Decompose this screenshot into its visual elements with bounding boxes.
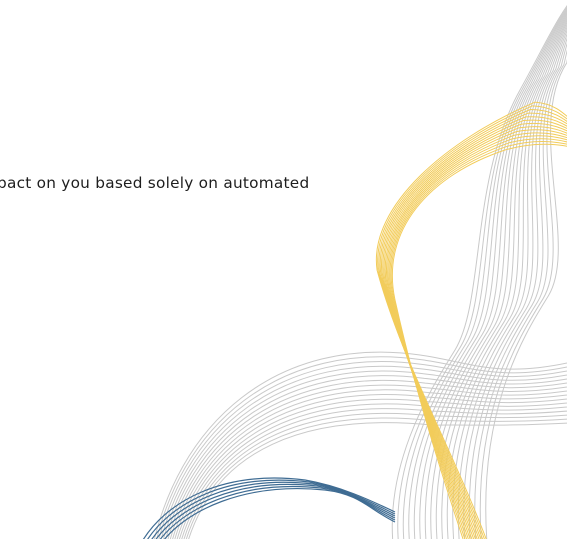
gold-wave-line (382, 119, 567, 539)
gold-wave-line (384, 126, 567, 539)
grey-wave-line (391, 5, 567, 539)
grey-wave-lines (153, 5, 567, 539)
gold-wave-line (379, 112, 567, 539)
grey-wave-line (185, 417, 567, 539)
grey-wave-line (446, 23, 567, 539)
blue-wave-line (143, 477, 396, 539)
grey-wave-line (430, 17, 567, 539)
grey-wave-line (441, 21, 567, 539)
grey-wave-line (424, 15, 567, 539)
grey-wave-line (153, 351, 567, 539)
grey-wave-line (156, 356, 567, 539)
grey-wave-line (468, 37, 567, 539)
grey-wave-line (408, 9, 567, 539)
grey-wave-line (485, 58, 567, 539)
grey-wave-line (158, 361, 567, 539)
grey-wave-line (474, 42, 567, 539)
grey-wave-line (402, 8, 567, 539)
grey-wave-line (457, 29, 567, 539)
grey-wave-line (397, 6, 567, 539)
grey-wave-line (452, 26, 567, 539)
grey-wave-line (167, 379, 567, 539)
gold-wave-lines (375, 101, 567, 539)
grey-wave-line (181, 408, 567, 539)
grey-wave-line (183, 412, 567, 539)
document-page: pact on you based solely on automated (0, 0, 567, 539)
gold-wave-line (390, 141, 567, 539)
decorative-wave-lines (143, 5, 567, 539)
grey-wave-line (435, 19, 567, 539)
gold-wave-line (389, 138, 567, 539)
grey-wave-line (479, 48, 567, 539)
gold-wave-line (386, 129, 567, 539)
grey-wave-line (176, 398, 567, 539)
blue-wave-line (164, 488, 396, 539)
grey-wave-line (179, 403, 567, 539)
gold-wave-line (380, 116, 567, 539)
blue-wave-line (151, 481, 396, 539)
grey-wave-line (172, 389, 567, 539)
blue-wave-line (147, 479, 396, 539)
grey-wave-line (174, 394, 567, 539)
body-text-line: pact on you based solely on automated (0, 174, 310, 192)
gold-wave-line (388, 135, 567, 539)
grey-wave-line (163, 370, 567, 539)
blue-wave-line (155, 483, 396, 539)
blue-wave-lines (143, 477, 396, 539)
grey-wave-line (169, 384, 567, 539)
gold-wave-line (383, 122, 567, 539)
gold-wave-line (378, 109, 567, 539)
grey-wave-line (160, 365, 567, 539)
blue-wave-line (159, 485, 396, 539)
grey-wave-line (188, 422, 567, 539)
grey-wave-line (419, 13, 567, 539)
grey-wave-line (413, 11, 567, 539)
grey-wave-line (165, 375, 567, 539)
gold-wave-line (391, 143, 567, 539)
gold-wave-line (387, 132, 567, 539)
gold-wave-line (375, 101, 567, 539)
grey-wave-line (463, 32, 567, 539)
gold-wave-line (377, 105, 567, 539)
